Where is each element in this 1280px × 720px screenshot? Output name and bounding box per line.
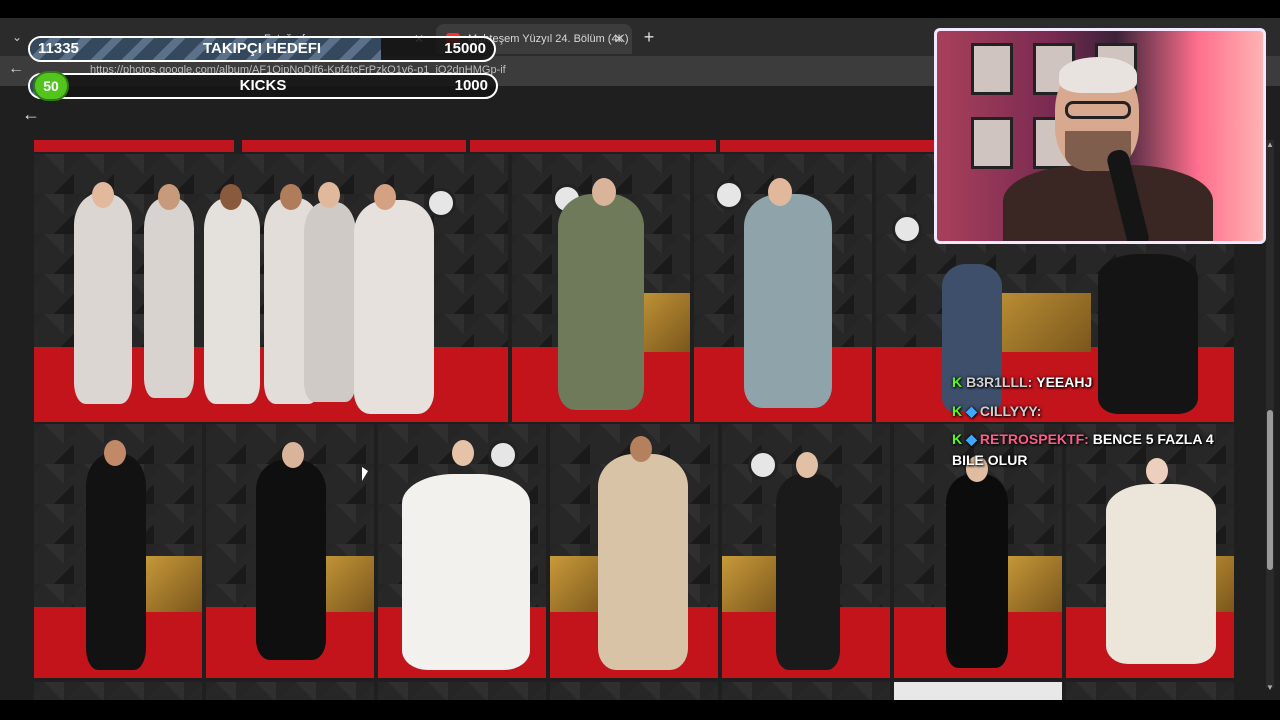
follower-goal-target: 15000 <box>444 40 486 57</box>
photo-thumbnail[interactable] <box>694 154 872 422</box>
chat-text-continuation: BILE OLUR <box>952 452 1028 468</box>
kicks-goal-bar: KICKS 1000 <box>28 73 498 99</box>
chat-message: K ◆ CILLYYY: <box>952 403 1045 420</box>
close-icon[interactable]: ✕ <box>614 24 624 54</box>
streamer-body <box>1003 165 1213 241</box>
back-arrow-icon[interactable]: ← <box>8 60 24 78</box>
photo-thumbnail[interactable] <box>34 682 202 700</box>
photo-edge <box>720 140 934 152</box>
photo-thumbnail[interactable] <box>894 682 1062 700</box>
photo-thumbnail[interactable] <box>378 424 546 678</box>
chat-message: K ◆ RETROSPEKTF: BENCE 5 FAZLA 4 <box>952 431 1214 448</box>
chat-text: YEEAHJ <box>1036 374 1093 390</box>
photo-thumbnail[interactable] <box>206 424 374 678</box>
photo-thumbnail[interactable] <box>206 682 374 700</box>
chat-username: RETROSPEKTF: <box>979 431 1089 447</box>
photo-thumbnail[interactable] <box>378 682 546 700</box>
kicks-goal-label: KICKS <box>239 77 287 94</box>
scroll-down-icon[interactable]: ▼ <box>1266 683 1274 692</box>
chevron-down-icon[interactable]: ⌄ <box>8 28 26 46</box>
wall-frame <box>971 43 1013 95</box>
screen-border <box>0 700 1280 720</box>
kick-icon: K <box>952 431 963 447</box>
photo-thumbnail[interactable] <box>1066 424 1234 678</box>
chat-text: BENCE 5 FAZLA 4 <box>1092 431 1214 447</box>
diamond-badge-icon: ◆ <box>966 403 977 419</box>
glasses <box>1065 101 1131 119</box>
webcam-overlay <box>934 28 1266 244</box>
photo-thumbnail[interactable] <box>1066 682 1234 700</box>
chat-username: CILLYYY: <box>979 403 1042 419</box>
chat-username: B3R1LLL: <box>966 374 1033 390</box>
photo-edge <box>242 140 466 152</box>
kick-icon: K <box>952 403 963 419</box>
photo-thumbnail[interactable] <box>550 682 718 700</box>
streamer-hair <box>1059 57 1137 93</box>
scroll-up-icon[interactable]: ▲ <box>1266 140 1274 149</box>
photo-thumbnail[interactable] <box>512 154 690 422</box>
follower-goal-bar: 11335 TAKIPÇI HEDEFI 15000 <box>28 36 496 62</box>
photo-edge <box>470 140 716 152</box>
mouse-cursor-icon <box>362 467 368 481</box>
kick-icon: K <box>952 374 963 390</box>
photo-thumbnail[interactable] <box>34 424 202 678</box>
photo-thumbnail[interactable] <box>722 682 890 700</box>
back-arrow-icon[interactable]: ← <box>22 104 40 125</box>
photo-thumbnail[interactable] <box>722 424 890 678</box>
follower-goal-label: TAKIPÇI HEDEFI <box>202 40 322 57</box>
kicks-goal-current: 50 <box>33 71 69 101</box>
photo-thumbnail[interactable] <box>550 424 718 678</box>
photo-thumbnail[interactable] <box>34 154 508 422</box>
diamond-badge-icon: ◆ <box>966 431 977 447</box>
wall-frame <box>971 117 1013 169</box>
new-tab-button[interactable]: + <box>640 24 658 50</box>
screen-border <box>0 0 1280 18</box>
photo-edge <box>34 140 234 152</box>
scrollbar-thumb[interactable] <box>1267 410 1273 570</box>
chat-message: K B3R1LLL: YEEAHJ <box>952 374 1092 390</box>
kicks-goal-target: 1000 <box>454 77 488 94</box>
scrollbar[interactable] <box>1266 140 1274 688</box>
